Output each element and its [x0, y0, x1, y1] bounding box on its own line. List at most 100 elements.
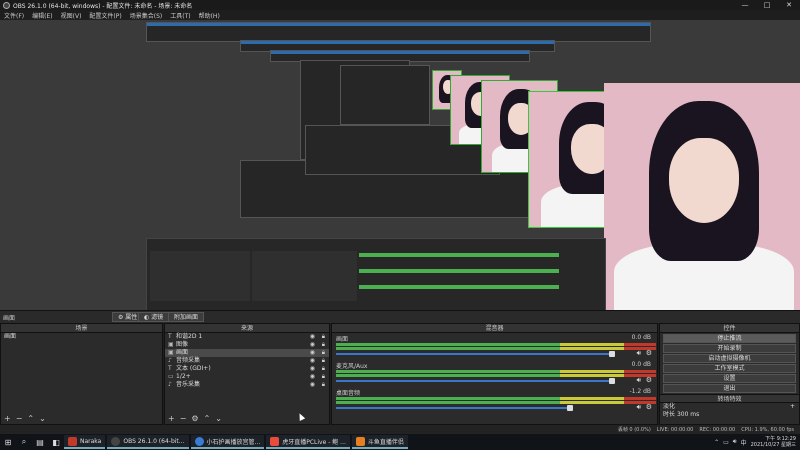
file-explorer-icon[interactable]: ▤: [32, 434, 48, 450]
gear-icon[interactable]: ⚙: [191, 414, 198, 423]
lock-icon[interactable]: 🔒︎: [322, 365, 325, 373]
window-icon: ▭: [168, 373, 174, 380]
remove-source-icon[interactable]: −: [180, 414, 187, 423]
filters-button[interactable]: ◐ 滤镜: [138, 312, 170, 322]
source-item[interactable]: ♪ 音乐采集 ◉ 🔒︎: [165, 381, 329, 389]
taskbar-app[interactable]: 虎牙直播PCLive - 鲍 ...: [266, 435, 350, 449]
source-name: 1/2+: [176, 373, 191, 380]
channel-name: 麦克风/Aux: [336, 363, 368, 370]
taskbar-app[interactable]: Naraka: [64, 435, 106, 449]
eye-icon[interactable]: ◉: [310, 349, 315, 357]
taskbar-app[interactable]: OBS 26.1.0 (64-bit...: [107, 435, 189, 449]
lock-icon[interactable]: 🔒︎: [322, 341, 325, 349]
volume-slider[interactable]: [336, 351, 615, 357]
lock-icon[interactable]: 🔒︎: [322, 333, 325, 341]
speaker-icon[interactable]: 🔊︎: [637, 403, 641, 412]
volume-icon[interactable]: 🔊︎: [733, 438, 737, 446]
eye-icon[interactable]: ◉: [310, 341, 315, 349]
move-down-icon[interactable]: ⌄: [215, 414, 222, 423]
source-toolbar: 画面 ⚙ 属性 ◐ 滤镜 附加画面: [0, 310, 800, 323]
eye-icon[interactable]: ◉: [310, 357, 315, 365]
source-name: 和谐2D 1: [176, 333, 203, 340]
taskbar-app[interactable]: 斗鱼直播伴侣: [351, 435, 408, 449]
menu-file[interactable]: 文件(F): [0, 11, 28, 20]
source-item[interactable]: T 文本 (GDI+) ◉ 🔒︎: [165, 365, 329, 373]
menu-view[interactable]: 视图(V): [57, 11, 86, 20]
lock-icon[interactable]: 🔒︎: [322, 381, 325, 389]
minimize-icon[interactable]: —: [734, 0, 756, 10]
duration-input[interactable]: 300 ms: [677, 411, 699, 419]
source-name: 画面: [176, 349, 189, 356]
lock-icon[interactable]: 🔒︎: [322, 373, 325, 381]
lock-icon[interactable]: 🔒︎: [322, 357, 325, 365]
eye-icon[interactable]: ◉: [310, 333, 315, 341]
scene-item[interactable]: 画面: [1, 333, 162, 341]
title-bar: OBS 26.1.0 (64-bit, windows) - 配置文件: 未命名…: [0, 0, 800, 10]
remove-scene-icon[interactable]: −: [16, 414, 23, 423]
studio-button[interactable]: 附加画面: [168, 312, 205, 322]
stop-streaming-button[interactable]: 停止推流: [663, 334, 796, 343]
studio-mode-button[interactable]: 工作室模式: [663, 364, 796, 373]
source-item[interactable]: ♪ 音频采集 ◉ 🔒︎: [165, 357, 329, 365]
clock-date: 2021/10/27 星期三: [750, 442, 796, 448]
move-up-icon[interactable]: ⌃: [204, 414, 211, 423]
webcam-feed-main: [604, 83, 800, 310]
nested-capture: [340, 65, 430, 125]
clock[interactable]: 下午 9:12:29 2021/10/27 星期三: [751, 436, 796, 448]
app-label: 虎牙直播PCLive - 鲍 ...: [282, 438, 346, 446]
taskbar-app[interactable]: 小石护画播放宫管...: [190, 435, 265, 449]
maximize-icon[interactable]: □: [756, 0, 778, 10]
speaker-icon[interactable]: 🔊︎: [637, 376, 641, 385]
volume-meter: [336, 343, 656, 346]
menu-help[interactable]: 帮助(H): [195, 11, 224, 20]
close-icon[interactable]: ✕: [778, 0, 800, 10]
source-item[interactable]: ▣ 图像 ◉ 🔒︎: [165, 341, 329, 349]
volume-slider[interactable]: [336, 378, 615, 384]
mixer-channel: 麦克风/Aux 0.0 dB 🔊︎ ⚙: [332, 360, 657, 387]
ime-indicator[interactable]: 中: [741, 438, 747, 447]
eye-icon[interactable]: ◉: [310, 373, 315, 381]
source-item[interactable]: ▣ 画面 ◉ 🔒︎: [165, 349, 329, 357]
transitions-title: 转场特效: [660, 394, 799, 403]
eye-icon[interactable]: ◉: [310, 365, 315, 373]
source-item[interactable]: T 和谐2D 1 ◉ 🔒︎: [165, 333, 329, 341]
gear-icon[interactable]: ⚙: [646, 403, 652, 411]
source-name: 音乐采集: [176, 381, 201, 388]
move-down-icon[interactable]: ⌄: [39, 414, 46, 423]
volume-meter: [336, 347, 656, 350]
gear-icon[interactable]: ⚙: [646, 349, 652, 357]
chevron-up-icon[interactable]: ⌃: [714, 439, 719, 446]
huya-icon: [270, 436, 280, 446]
volume-meter: [336, 401, 656, 404]
add-source-icon[interactable]: +: [168, 414, 175, 423]
transition-select[interactable]: 淡化 +: [660, 403, 799, 411]
volume-slider[interactable]: [336, 405, 573, 411]
source-name: 图像: [176, 341, 189, 348]
move-up-icon[interactable]: ⌃: [27, 414, 34, 423]
plus-icon[interactable]: +: [790, 403, 795, 411]
windows-start-icon[interactable]: ⊞: [0, 434, 16, 450]
add-scene-icon[interactable]: +: [4, 414, 11, 423]
source-item[interactable]: ▭ 1/2+ ◉ 🔒︎: [165, 373, 329, 381]
network-icon[interactable]: ▭: [723, 439, 729, 446]
preview-canvas[interactable]: [0, 20, 800, 310]
system-tray: ⌃ ▭ 🔊︎ 中 下午 9:12:29 2021/10/27 星期三: [714, 434, 796, 450]
store-icon[interactable]: ◧: [48, 434, 64, 450]
menu-tools[interactable]: 工具(T): [166, 11, 194, 20]
lock-icon[interactable]: 🔒︎: [322, 349, 325, 357]
display-capture-icon: ▣: [168, 349, 174, 356]
exit-button[interactable]: 退出: [663, 384, 796, 393]
eye-icon[interactable]: ◉: [310, 381, 315, 389]
search-icon[interactable]: ⌕: [16, 434, 32, 450]
controls-dock: 控件 停止推流 开始录制 启动虚拟摄像机 工作室模式 设置 退出 转场特效 淡化…: [659, 323, 800, 425]
settings-button[interactable]: 设置: [663, 374, 796, 383]
menu-scene-collection[interactable]: 场景集合(S): [126, 11, 167, 20]
gear-icon[interactable]: ⚙: [646, 376, 652, 384]
menu-profile[interactable]: 配置文件(P): [85, 11, 125, 20]
speaker-icon[interactable]: 🔊︎: [637, 349, 641, 358]
menu-edit[interactable]: 编辑(E): [28, 11, 56, 20]
start-virtual-camera-button[interactable]: 启动虚拟摄像机: [663, 354, 796, 363]
sources-dock: 来源 T 和谐2D 1 ◉ 🔒︎ ▣ 图像 ◉ 🔒︎ ▣ 画面 ◉ 🔒︎ ♪ 音频采集 ◉ 🔒︎ T 文本…: [164, 323, 330, 425]
mixer-channel: 画面 0.0 dB 🔊︎ ⚙: [332, 333, 657, 360]
start-recording-button[interactable]: 开始录制: [663, 344, 796, 353]
